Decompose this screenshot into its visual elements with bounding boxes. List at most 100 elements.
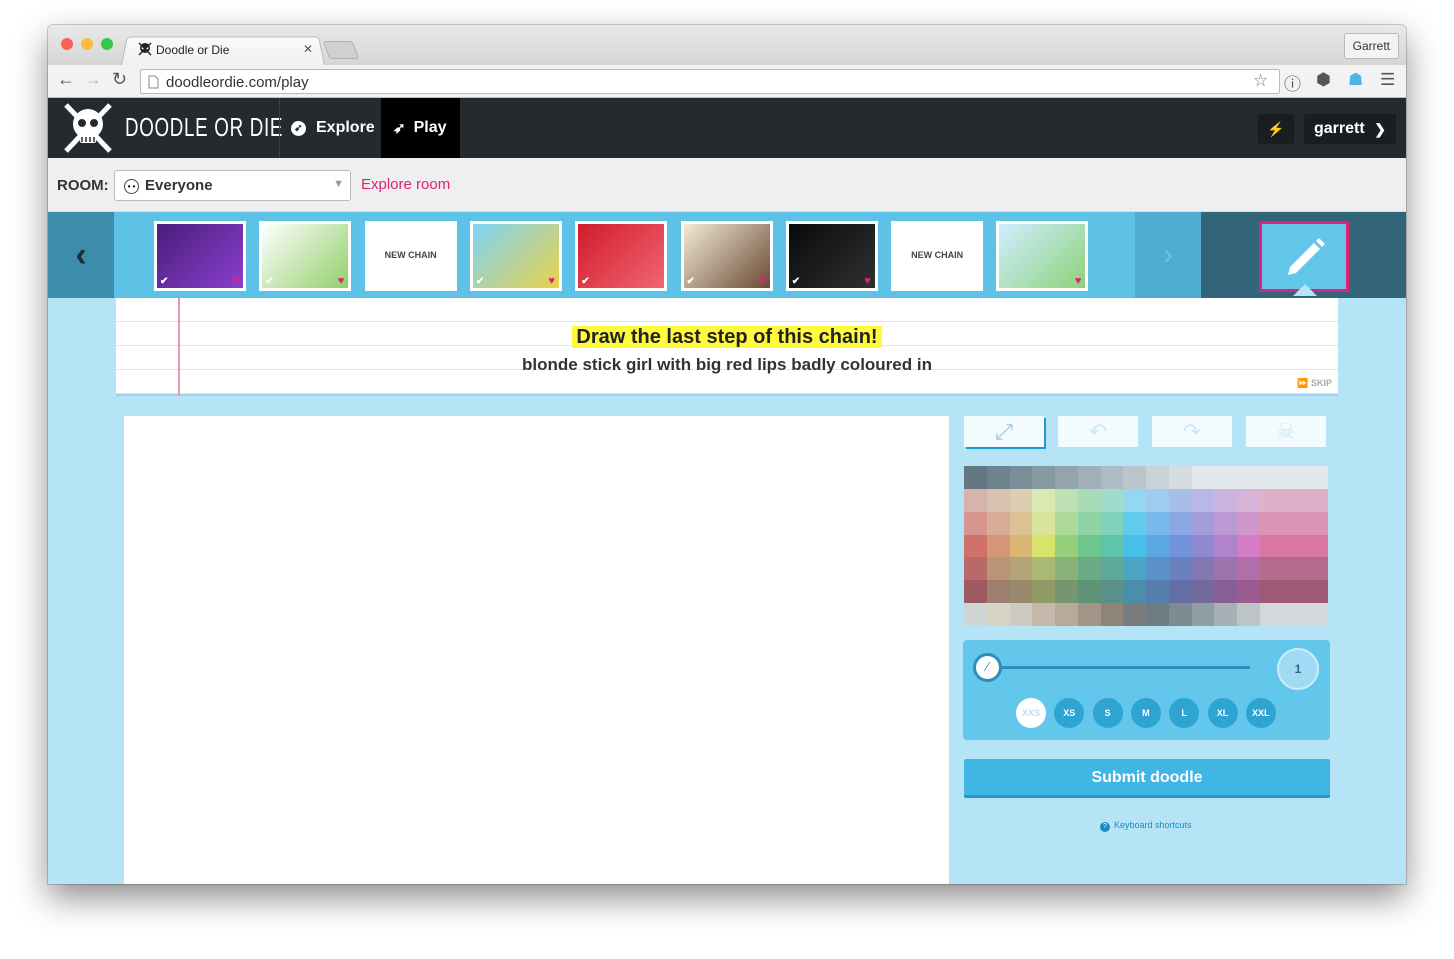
color-swatch[interactable] [1055, 466, 1078, 489]
skull-logo-icon[interactable] [60, 101, 116, 155]
color-swatch[interactable] [1009, 534, 1033, 558]
color-swatch[interactable] [1123, 534, 1146, 558]
color-swatch[interactable] [964, 488, 987, 512]
color-swatch[interactable] [1237, 466, 1260, 489]
info-icon[interactable]: ⓘ [1284, 70, 1301, 95]
color-swatch[interactable] [1237, 511, 1260, 535]
color-swatch[interactable] [1123, 466, 1146, 489]
color-swatch[interactable] [1214, 603, 1237, 626]
lightning-icon[interactable]: ⚡ [1258, 114, 1294, 144]
color-swatch[interactable] [1055, 511, 1078, 535]
color-swatch[interactable] [1009, 603, 1033, 626]
color-swatch[interactable] [1237, 557, 1260, 581]
drawing-canvas[interactable] [124, 416, 949, 884]
explore-room-link[interactable]: Explore room [361, 176, 450, 193]
color-swatch[interactable] [1055, 580, 1078, 604]
color-swatch[interactable] [1146, 534, 1169, 558]
chain-thumbnail[interactable]: ✔ ♥ [469, 221, 562, 291]
color-swatch[interactable] [1146, 580, 1169, 604]
brush-slider-track[interactable] [998, 666, 1250, 669]
color-swatch[interactable] [1305, 488, 1328, 512]
color-swatch[interactable] [1032, 511, 1055, 535]
chain-thumbnail[interactable]: ✔ ♥ [785, 221, 878, 291]
color-swatch[interactable] [1077, 534, 1101, 558]
color-swatch[interactable] [1214, 580, 1237, 604]
brush-size-xs-button[interactable]: XS [1054, 698, 1085, 728]
color-swatch[interactable] [1100, 534, 1124, 558]
tab-close-icon[interactable]: ✕ [303, 42, 313, 56]
color-swatch[interactable] [1237, 534, 1260, 558]
brush-size-l-button[interactable]: L [1169, 698, 1200, 728]
color-swatch[interactable] [964, 557, 987, 581]
color-swatch[interactable] [986, 580, 1010, 604]
color-swatch[interactable] [1282, 557, 1306, 581]
color-swatch[interactable] [1282, 511, 1306, 535]
url-field[interactable]: doodleordie.com/play ☆ [140, 69, 1280, 94]
ghost-icon[interactable]: ☗ [1348, 70, 1363, 90]
color-swatch[interactable] [1168, 511, 1192, 535]
color-swatch[interactable] [1032, 557, 1055, 581]
color-swatch[interactable] [1168, 466, 1192, 489]
color-swatch[interactable] [1009, 466, 1033, 489]
extension-icon[interactable]: ⬢ [1316, 70, 1331, 90]
color-swatch[interactable] [1191, 603, 1215, 626]
color-swatch[interactable] [986, 557, 1010, 581]
color-swatch[interactable] [1055, 557, 1078, 581]
color-swatch[interactable] [1191, 557, 1215, 581]
draw-mode-button[interactable] [1259, 221, 1349, 292]
color-swatch[interactable] [986, 466, 1010, 489]
color-swatch[interactable] [986, 603, 1010, 626]
color-swatch[interactable] [964, 580, 987, 604]
color-swatch[interactable] [964, 534, 987, 558]
color-swatch[interactable] [1055, 488, 1078, 512]
redo-button[interactable]: ↷ [1152, 416, 1232, 447]
color-swatch[interactable] [1032, 488, 1055, 512]
color-swatch[interactable] [1032, 603, 1055, 626]
color-swatch[interactable] [1237, 580, 1260, 604]
color-swatch[interactable] [1123, 603, 1146, 626]
color-swatch[interactable] [1214, 511, 1237, 535]
brush-slider-handle[interactable]: ⁄ [973, 653, 1002, 682]
color-swatch[interactable] [1009, 488, 1033, 512]
color-swatch[interactable] [1009, 511, 1033, 535]
minimize-window-button[interactable] [81, 38, 93, 50]
color-swatch[interactable] [1237, 603, 1260, 626]
zoom-window-button[interactable] [101, 38, 113, 50]
color-swatch[interactable] [1077, 511, 1101, 535]
color-swatch[interactable] [1077, 557, 1101, 581]
color-swatch[interactable] [1282, 534, 1306, 558]
bookmark-star-icon[interactable]: ☆ [1253, 71, 1268, 91]
color-swatch[interactable] [1077, 466, 1101, 489]
color-swatch[interactable] [1100, 580, 1124, 604]
room-select[interactable]: • • Everyone ▼ [114, 170, 351, 201]
brush-size-xl-button[interactable]: XL [1207, 698, 1238, 728]
explore-nav-button[interactable]: ➹ Explore [279, 98, 380, 158]
color-swatch[interactable] [1123, 488, 1146, 512]
color-swatch[interactable] [1259, 511, 1283, 535]
color-swatch[interactable] [1305, 580, 1328, 604]
color-swatch[interactable] [1191, 580, 1215, 604]
color-swatch[interactable] [1214, 534, 1237, 558]
play-nav-button[interactable]: ➶ Play [381, 98, 460, 158]
color-swatch[interactable] [1259, 580, 1283, 604]
brush-size-xxl-button[interactable]: XXL [1245, 698, 1276, 728]
color-swatch[interactable] [986, 488, 1010, 512]
color-swatch[interactable] [1259, 557, 1283, 581]
chain-thumbnail[interactable]: ✔ ♥ [680, 221, 773, 291]
color-swatch[interactable] [1146, 603, 1169, 626]
forward-icon[interactable]: → [84, 69, 102, 90]
color-swatch[interactable] [1168, 557, 1192, 581]
chain-thumbnail[interactable]: ✔ ♥ [259, 221, 352, 291]
reload-icon[interactable]: ↻ [112, 69, 127, 90]
color-swatch[interactable] [964, 603, 987, 626]
user-menu-button[interactable]: garrett ❯ [1304, 114, 1396, 144]
next-arrow-icon[interactable]: › [1135, 212, 1201, 298]
chain-thumbnail[interactable]: ✔ ♥ [154, 221, 246, 291]
submit-doodle-button[interactable]: Submit doodle [964, 759, 1330, 798]
color-swatch[interactable] [1259, 488, 1283, 512]
color-swatch[interactable] [1305, 534, 1328, 558]
color-swatch[interactable] [1032, 580, 1055, 604]
color-swatch[interactable] [1055, 534, 1078, 558]
color-swatch[interactable] [1100, 557, 1124, 581]
color-swatch[interactable] [1214, 557, 1237, 581]
